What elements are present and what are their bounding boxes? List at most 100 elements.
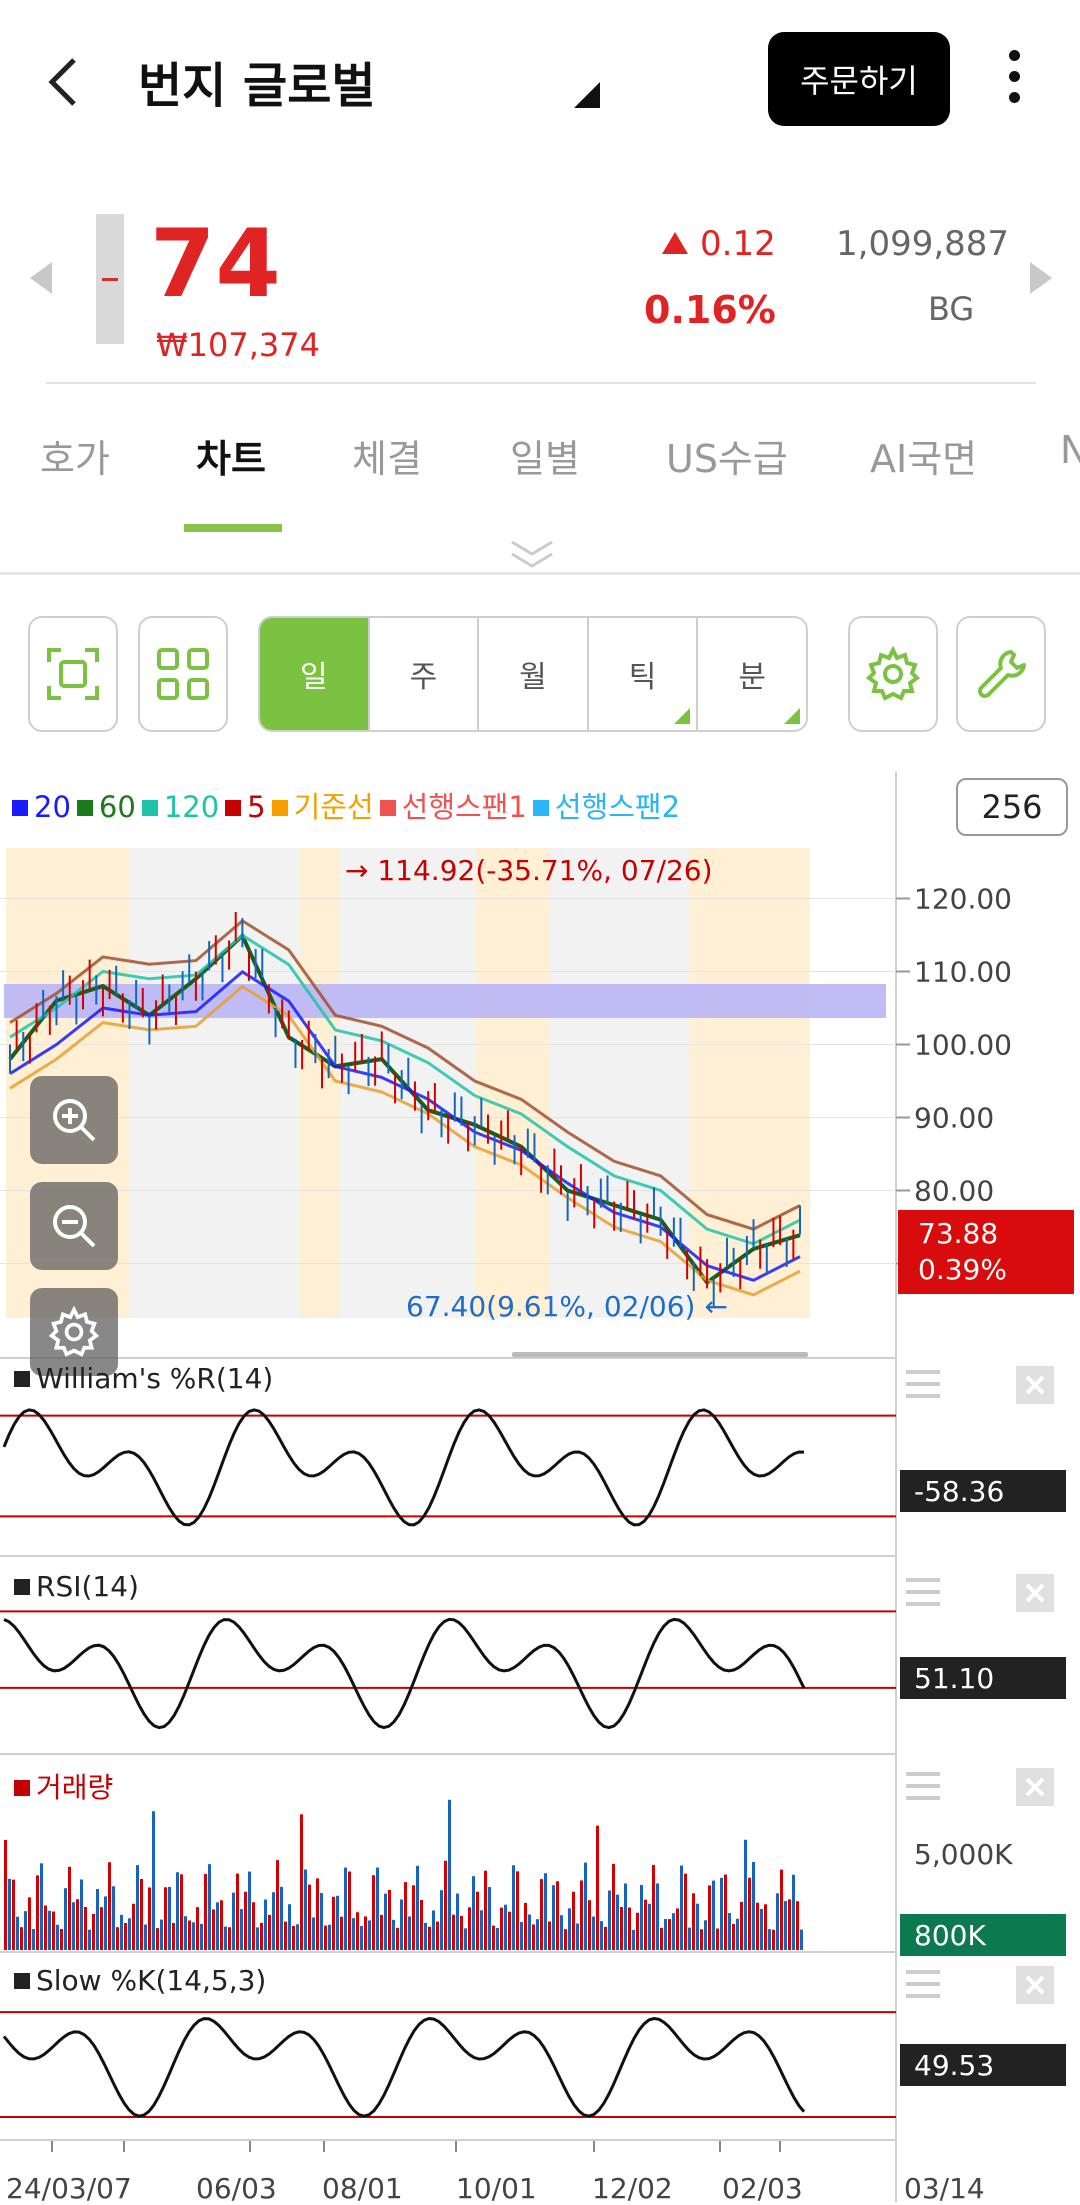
- period-selector: 일주월 틱 분: [258, 616, 808, 732]
- volume-bar: [552, 1885, 555, 1950]
- period-1[interactable]: 주: [370, 618, 480, 730]
- volume-bar: [648, 1903, 651, 1950]
- tab-us-flow[interactable]: US수급: [666, 428, 788, 483]
- volume-bar: [156, 1928, 159, 1950]
- volume-bar: [100, 1907, 103, 1950]
- order-button[interactable]: 주문하기: [768, 32, 950, 126]
- volume-bar: [504, 1904, 507, 1950]
- period-2[interactable]: 월: [479, 618, 589, 730]
- up-triangle-icon: [662, 232, 688, 254]
- volume-bar: [368, 1920, 371, 1950]
- volume-bar: [600, 1921, 603, 1950]
- volume-value: 800K: [900, 1914, 1066, 1956]
- legend-swatch: [12, 800, 28, 816]
- volume-bar: [480, 1910, 483, 1950]
- close-panel-icon[interactable]: [1016, 1966, 1054, 2004]
- volume-bar: [668, 1919, 671, 1950]
- volume-bar: [428, 1926, 431, 1950]
- volume-bar: [384, 1893, 387, 1950]
- panel-menu-icon[interactable]: [906, 1970, 940, 1998]
- volume-bar: [744, 1839, 747, 1950]
- layout-grid-button[interactable]: [138, 616, 228, 732]
- more-menu-icon[interactable]: [1000, 50, 1028, 110]
- period-0[interactable]: 일: [260, 618, 370, 730]
- volume-bar: [520, 1922, 523, 1950]
- tab-daily[interactable]: 일별: [510, 428, 580, 483]
- tools-button[interactable]: [956, 616, 1046, 732]
- volume-bar: [300, 1814, 303, 1950]
- volume-bar: [496, 1927, 499, 1950]
- legend-item: 120: [141, 790, 219, 824]
- date-label: 12/02: [592, 2172, 673, 2205]
- volume-bar: [252, 1902, 255, 1950]
- period-3[interactable]: 틱: [589, 618, 699, 730]
- price-change-percent: 0.16%: [644, 288, 776, 332]
- volume-bar: [512, 1865, 515, 1950]
- slow-k-line: [2, 2016, 806, 2118]
- gear-icon: [865, 646, 921, 701]
- volume-bar: [656, 1883, 659, 1950]
- wrench-icon: [978, 650, 1026, 698]
- next-stock-icon[interactable]: [1030, 262, 1052, 294]
- volume-bar: [628, 1907, 631, 1950]
- expand-chevron-icon[interactable]: [508, 538, 556, 574]
- panel-menu-icon[interactable]: [906, 1772, 940, 1800]
- volume-bar: [140, 1879, 143, 1950]
- date-label: 06/03: [196, 2172, 277, 2205]
- legend-swatch: [271, 800, 288, 816]
- period-4[interactable]: 분: [698, 618, 806, 730]
- submenu-corner-icon: [783, 708, 800, 724]
- last-price-pct: 0.39%: [918, 1253, 1007, 1286]
- volume-bar: [608, 1890, 611, 1950]
- chart-settings-button[interactable]: [848, 616, 938, 732]
- zoom-out-button[interactable]: [30, 1182, 118, 1270]
- tab-orderbook[interactable]: 호가: [40, 428, 110, 483]
- last-price-tag: 73.88 0.39%: [898, 1210, 1074, 1294]
- volume-bar: [664, 1919, 667, 1950]
- volume-bar: [596, 1825, 599, 1950]
- period-label: 틱: [628, 660, 657, 695]
- mini-candle: [96, 214, 124, 344]
- tab-chart[interactable]: 차트: [196, 428, 266, 483]
- volume-bar: [492, 1925, 495, 1950]
- fullscreen-button[interactable]: [28, 616, 118, 732]
- volume-bar: [544, 1873, 547, 1950]
- tab-trades[interactable]: 체결: [352, 428, 422, 483]
- panel-menu-icon[interactable]: [906, 1370, 940, 1398]
- volume-bar: [200, 1923, 203, 1950]
- volume-bar: [660, 1927, 663, 1950]
- legend-item: 선행스팬1: [379, 790, 527, 824]
- volume-bar: [536, 1919, 539, 1950]
- scroll-indicator: [512, 1352, 808, 1357]
- volume-bar: [292, 1925, 295, 1950]
- candle-count-box[interactable]: 256: [956, 778, 1068, 836]
- volume-bar: [684, 1873, 687, 1950]
- close-panel-icon[interactable]: [1016, 1768, 1054, 1806]
- volume-bar: [104, 1896, 107, 1950]
- volume-bar: [56, 1924, 59, 1950]
- panel-menu-icon[interactable]: [906, 1578, 940, 1606]
- zoom-in-button[interactable]: [30, 1076, 118, 1164]
- volume-bar: [268, 1914, 271, 1950]
- back-icon[interactable]: [44, 52, 84, 112]
- volume-bar: [264, 1899, 267, 1950]
- close-panel-icon[interactable]: [1016, 1366, 1054, 1404]
- volume-bar: [296, 1924, 299, 1950]
- volume-bar: [584, 1862, 587, 1950]
- tab-more[interactable]: N: [1060, 428, 1080, 472]
- volume-bar: [440, 1890, 443, 1950]
- page-title: 번지 글로벌: [138, 58, 376, 114]
- volume-bar: [792, 1874, 795, 1950]
- volume-bar: [724, 1874, 727, 1950]
- tab-ai-phase[interactable]: AI국면: [870, 428, 977, 483]
- volume-bar: [344, 1867, 347, 1950]
- close-panel-icon[interactable]: [1016, 1574, 1054, 1612]
- volume-bar: [128, 1918, 131, 1950]
- williams-r-line: [2, 1408, 805, 1527]
- dropdown-corner-icon[interactable]: [574, 82, 600, 108]
- volume-bar: [132, 1903, 135, 1950]
- volume-bar: [736, 1918, 739, 1950]
- date-label: 10/01: [456, 2172, 537, 2205]
- volume-bar: [340, 1916, 343, 1950]
- previous-stock-icon[interactable]: [30, 262, 52, 294]
